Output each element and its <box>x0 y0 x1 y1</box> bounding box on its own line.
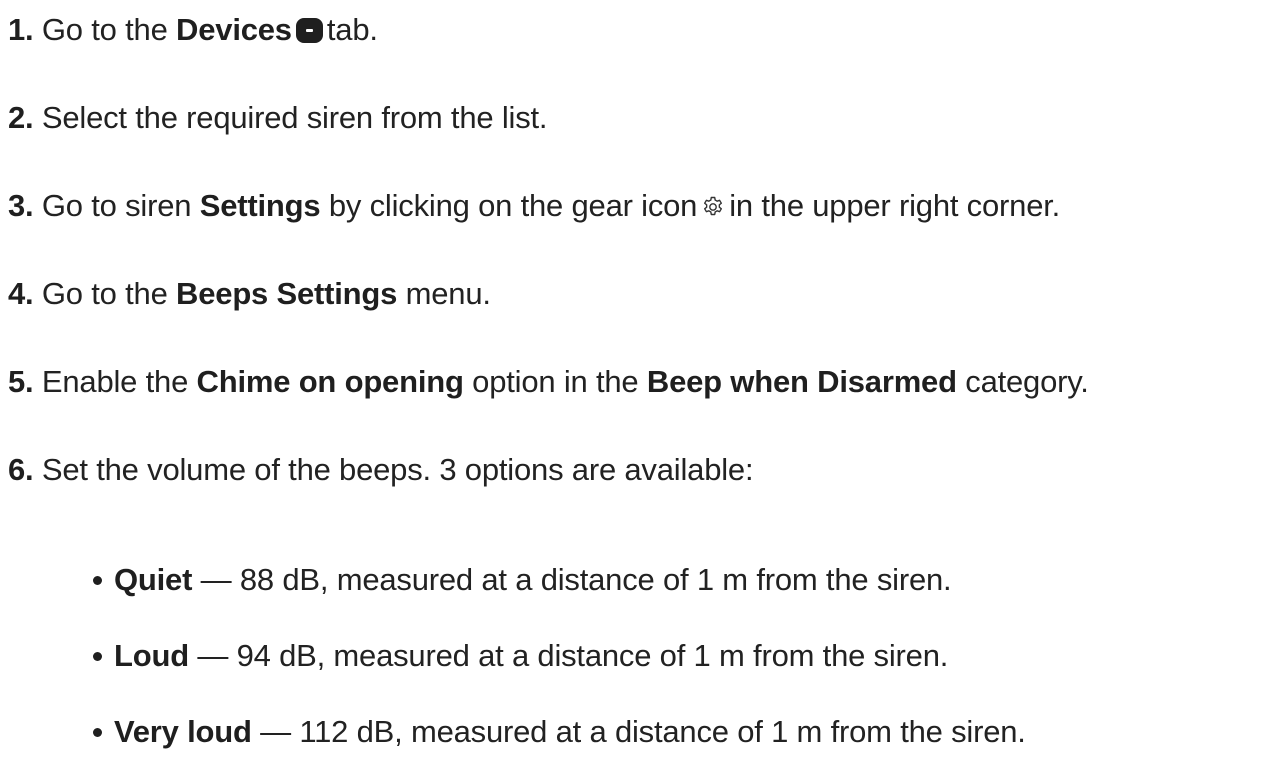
step-text: menu. <box>405 276 491 311</box>
step-text: Go to the <box>41 276 168 311</box>
settings-name: Settings <box>199 188 321 223</box>
devices-icon <box>295 18 323 43</box>
beep-category-name: Beep when Disarmed <box>646 364 957 399</box>
step-4: 4. Go to the Beeps Settings menu. <box>8 274 491 314</box>
volume-option-text: — 88 dB, measured at a distance of 1 m f… <box>200 562 952 597</box>
step-text: Select the required siren from the list. <box>41 100 548 135</box>
instructions-document: 1. Go to the Devices tab. 2. Select the r… <box>0 0 1268 778</box>
beeps-settings-name: Beeps Settings <box>176 276 398 311</box>
volume-option-loud: Loud — 94 dB, measured at a distance of … <box>93 636 949 676</box>
bullet-dot <box>93 576 102 585</box>
step-number: 4. <box>8 276 34 311</box>
step-number: 3. <box>8 188 34 223</box>
step-6: 6. Set the volume of the beeps. 3 option… <box>8 450 754 490</box>
volume-option-text: — 94 dB, measured at a distance of 1 m f… <box>197 638 949 673</box>
step-number: 6. <box>8 452 34 487</box>
step-2: 2. Select the required siren from the li… <box>8 98 548 138</box>
gear-icon <box>701 195 725 219</box>
step-text: by clicking on the gear icon <box>328 188 698 223</box>
step-5: 5. Enable the Chime on opening option in… <box>8 362 1089 402</box>
bullet-dot <box>93 728 102 737</box>
step-text: Go to siren <box>41 188 192 223</box>
step-number: 2. <box>8 100 34 135</box>
volume-option-quiet: Quiet — 88 dB, measured at a distance of… <box>93 560 952 600</box>
step-text: Enable the <box>41 364 189 399</box>
step-1: 1. Go to the Devices tab. <box>8 10 378 50</box>
volume-option-text: — 112 dB, measured at a distance of 1 m … <box>260 714 1026 749</box>
step-text: category. <box>965 364 1089 399</box>
step-number: 1. <box>8 12 34 47</box>
volume-option-label: Quiet <box>114 562 193 597</box>
step-text: Set the volume of the beeps. 3 options a… <box>41 452 754 487</box>
step-text: option in the <box>472 364 639 399</box>
step-text: tab. <box>326 12 378 47</box>
volume-option-label: Very loud <box>114 714 252 749</box>
step-number: 5. <box>8 364 34 399</box>
devices-tab-name: Devices <box>176 12 292 47</box>
chime-option-name: Chime on opening <box>196 364 464 399</box>
step-3: 3. Go to siren Settings by clicking on t… <box>8 186 1060 226</box>
step-text: Go to the <box>41 12 168 47</box>
volume-option-very-loud: Very loud — 112 dB, measured at a distan… <box>93 712 1026 752</box>
bullet-dot <box>93 652 102 661</box>
volume-option-label: Loud <box>114 638 189 673</box>
step-text: in the upper right corner. <box>729 188 1061 223</box>
